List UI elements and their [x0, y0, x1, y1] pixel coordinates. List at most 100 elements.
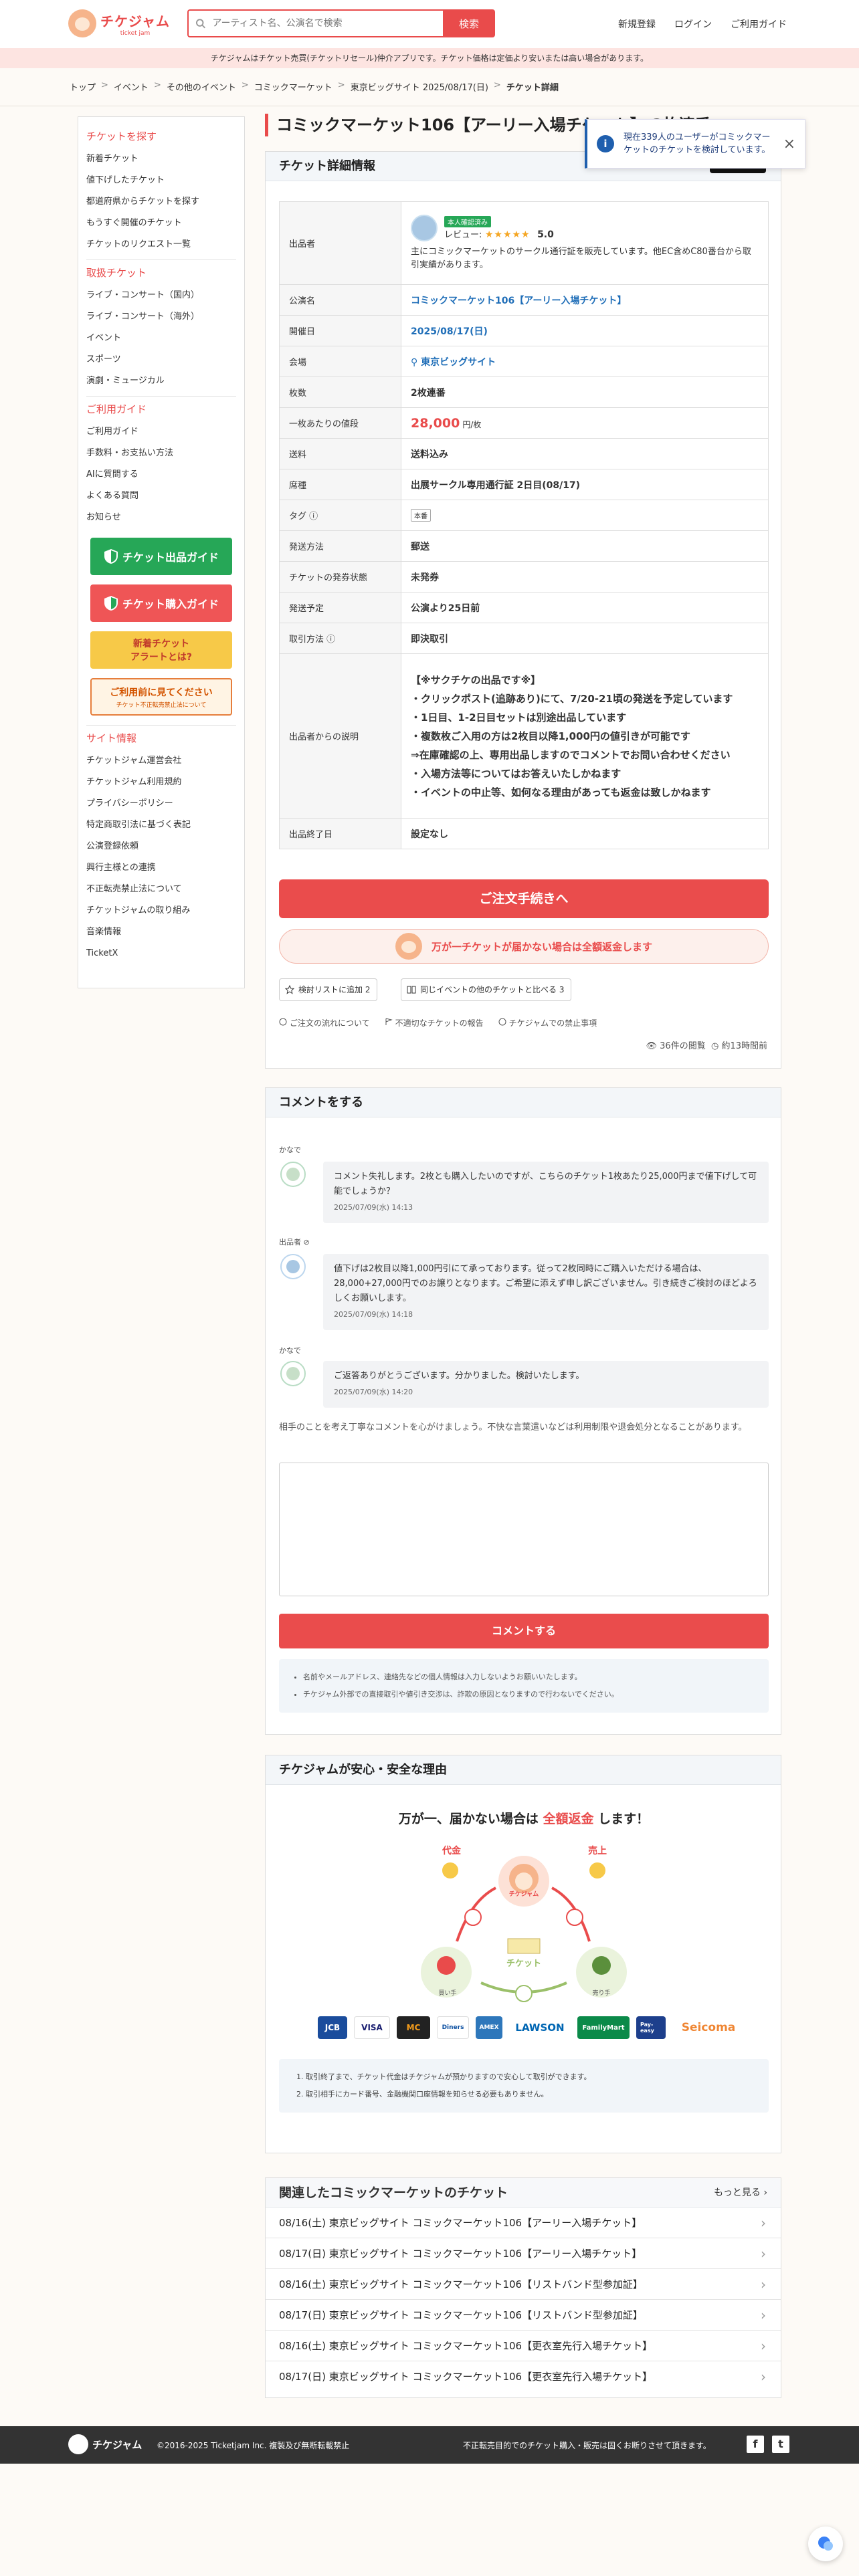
- refund-guarantee-banner[interactable]: 万が一チケットが届かない場合は全額返金します: [279, 929, 769, 964]
- sidebar-item-live-domestic[interactable]: ライブ・コンサート（国内）: [86, 285, 236, 306]
- review-label: レビュー:: [444, 229, 482, 240]
- sidebar-item-resale-law[interactable]: 不正転売禁止法について: [86, 879, 236, 900]
- sidebar-item-faq[interactable]: よくある質問: [86, 486, 236, 507]
- sidebar-item-ticketx[interactable]: TicketX: [86, 943, 236, 964]
- sidebar-divider: [86, 259, 236, 260]
- sidebar-item-sports[interactable]: スポーツ: [86, 349, 236, 370]
- comment-info: 名前やメールアドレス、連絡先などの個人情報は入力しないようお願いいたします。 チ…: [279, 1659, 769, 1713]
- sidebar-item-register-request[interactable]: 公演登録依頼: [86, 836, 236, 857]
- sidebar-item-commerce-law[interactable]: 特定商取引法に基づく表記: [86, 815, 236, 836]
- ship-schedule-label: 発送予定: [279, 592, 401, 623]
- comment-card: コメントをする かなで コメント失礼します。2枚とも購入したいのですが、こちらの…: [265, 1087, 781, 1735]
- chat-button[interactable]: [808, 2527, 843, 2561]
- order-flow-link[interactable]: ご注文の流れについて: [279, 1017, 370, 1029]
- row-seat-type: 席種 出展サークル専用通行証 2日目(08/17): [279, 469, 769, 500]
- seller-avatar[interactable]: [411, 214, 438, 241]
- comment-submit-button[interactable]: コメントする: [279, 1614, 769, 1648]
- verified-icon: ⊘: [303, 1238, 310, 1247]
- buy-guide-label: チケット購入ガイド: [122, 598, 219, 611]
- prohibited-link[interactable]: チケジャムでの禁止事項: [498, 1017, 597, 1029]
- comment-text: コメント失礼します。2枚とも購入したいのですが、こちらのチケット1枚あたり25,…: [334, 1172, 757, 1196]
- ship-method-label: 発送方法: [279, 530, 401, 562]
- social-links: f t: [747, 2436, 789, 2453]
- report-link[interactable]: 不適切なチケットの報告: [385, 1017, 484, 1029]
- breadcrumb-comiket[interactable]: コミックマーケット: [254, 80, 332, 93]
- search-field[interactable]: [187, 9, 443, 37]
- diagram-label-center: チケジャム: [508, 1891, 539, 1898]
- site-footer: チケジャム ©2016-2025 Ticketjam Inc. 複製及び無断転載…: [0, 2426, 859, 2464]
- buy-guide-banner[interactable]: チケット購入ガイド: [90, 584, 232, 622]
- related-row[interactable]: 08/17(日) 東京ビッグサイト コミックマーケット106【リストバンド型参加…: [266, 2300, 781, 2331]
- sidebar-item-theater[interactable]: 演劇・ミュージカル: [86, 370, 236, 392]
- footer-logo-text: チケジャム: [92, 2438, 142, 2451]
- related-row[interactable]: 08/16(土) 東京ビッグサイト コミックマーケット106【リストバンド型参加…: [266, 2269, 781, 2300]
- sidebar-heading-site: サイト情報: [86, 732, 137, 744]
- sidebar-item-music-info[interactable]: 音楽情報: [86, 922, 236, 943]
- breadcrumb-venue[interactable]: 東京ビッグサイト 2025/08/17(日): [351, 80, 488, 93]
- sidebar-item-discount[interactable]: 値下げしたチケット: [86, 170, 236, 191]
- sidebar-item-ai[interactable]: AIに質問する: [86, 464, 236, 486]
- related-row[interactable]: 08/16(土) 東京ビッグサイト コミックマーケット106【更衣室先行入場チケ…: [266, 2331, 781, 2361]
- info-icon[interactable]: ⓘ: [326, 635, 335, 645]
- sidebar-item-soon[interactable]: もうすぐ開催のチケット: [86, 213, 236, 234]
- commenter-name: 出品者 ⊘: [279, 1237, 310, 1247]
- notice-bar: チケジャムはチケット売買(チケットリセール)仲介アプリです。チケット価格は定価よ…: [0, 48, 859, 68]
- close-icon[interactable]: ×: [783, 136, 795, 152]
- safety-card: チケジャムが安心・安全な理由 万が一、届かない場合は 全額返金 します！ 代金 …: [265, 1755, 781, 2153]
- issue-status-value: 未発券: [401, 561, 769, 593]
- chevron-right-icon: ›: [763, 2187, 767, 2198]
- alert-banner[interactable]: 新着チケット アラートとは?: [90, 631, 232, 669]
- compare-button[interactable]: 同じイベントの他のチケットと比べる 3: [401, 978, 572, 1001]
- lawson-logo: LAWSON: [509, 2016, 571, 2039]
- related-row[interactable]: 08/16(土) 東京ビッグサイト コミックマーケット106【アーリー入場チケッ…: [266, 2208, 781, 2238]
- sell-guide-banner[interactable]: チケット出品ガイド: [90, 538, 232, 575]
- diagram-label-payment: 代金: [442, 1846, 461, 1856]
- clock-icon: ◷: [710, 1041, 719, 1051]
- familymart-logo: FamilyMart: [577, 2016, 630, 2039]
- sidebar-item-terms[interactable]: チケットジャム利用規約: [86, 772, 236, 793]
- sidebar-item-news[interactable]: お知らせ: [86, 507, 236, 528]
- footer-logo[interactable]: チケジャム: [68, 2434, 142, 2454]
- row-quantity: 枚数 2枚連番: [279, 377, 769, 408]
- sidebar-item-event[interactable]: イベント: [86, 328, 236, 349]
- safety-steps: 取引終了まで、チケット代金はチケジャムが預かりますので安心して取引ができます。 …: [279, 2059, 769, 2113]
- venue-link[interactable]: 東京ビッグサイト: [421, 357, 496, 368]
- comment-textarea[interactable]: [279, 1463, 769, 1596]
- order-button[interactable]: ご注文手続きへ: [279, 879, 769, 918]
- logo-main-text: チケジャム: [100, 13, 170, 29]
- sidebar-item-privacy[interactable]: プライバシーポリシー: [86, 793, 236, 815]
- facebook-icon[interactable]: f: [747, 2436, 764, 2453]
- breadcrumb-other-event[interactable]: その他のイベント: [167, 80, 236, 93]
- sidebar-item-prefecture[interactable]: 都道府県からチケットを探す: [86, 191, 236, 213]
- sidebar-item-live-overseas[interactable]: ライブ・コンサート（海外）: [86, 306, 236, 328]
- event-name-link[interactable]: コミックマーケット106【アーリー入場チケット】: [411, 296, 626, 306]
- info-icon[interactable]: ⓘ: [309, 512, 318, 522]
- row-ship-method: 発送方法 郵送: [279, 530, 769, 562]
- event-name-label: 公演名: [279, 284, 401, 316]
- watchlist-button[interactable]: 検討リストに追加 2: [279, 978, 378, 1001]
- signup-link[interactable]: 新規登録: [618, 17, 656, 31]
- row-venue: 会場 ⚲ 東京ビッグサイト: [279, 346, 769, 377]
- breadcrumb-event[interactable]: イベント: [114, 80, 149, 93]
- date-link[interactable]: 2025/08/17(日): [411, 326, 488, 337]
- twitter-icon[interactable]: t: [772, 2436, 789, 2453]
- sidebar-item-fees[interactable]: 手数料・お支払い方法: [86, 443, 236, 464]
- site-logo[interactable]: チケジャム ticket jam: [68, 9, 170, 37]
- sidebar-heading-find: チケットを探す: [86, 130, 157, 142]
- see-more-link[interactable]: もっと見る ›: [714, 2178, 767, 2208]
- related-row[interactable]: 08/17(日) 東京ビッグサイト コミックマーケット106【アーリー入場チケッ…: [266, 2238, 781, 2269]
- sidebar-item-request[interactable]: チケットのリクエスト一覧: [86, 234, 236, 255]
- sidebar-item-organizer[interactable]: 興行主様との連携: [86, 857, 236, 879]
- sidebar-item-company[interactable]: チケットジャム運営会社: [86, 750, 236, 772]
- sidebar-item-new[interactable]: 新着チケット: [86, 148, 236, 170]
- safety-step: 取引相手にカード番号、金融機関口座情報を知らせる必要もありません。: [306, 2086, 755, 2103]
- caution-banner[interactable]: ご利用前に見てください チケット不正転売禁止法について: [90, 678, 232, 716]
- login-link[interactable]: ログイン: [674, 17, 712, 31]
- search-input[interactable]: [205, 18, 443, 29]
- related-row[interactable]: 08/17(日) 東京ビッグサイト コミックマーケット106【更衣室先行入場チケ…: [266, 2361, 781, 2392]
- guide-link[interactable]: ご利用ガイド: [731, 17, 787, 31]
- breadcrumb-top[interactable]: トップ: [70, 80, 96, 93]
- sidebar-item-efforts[interactable]: チケットジャムの取り組み: [86, 900, 236, 922]
- sidebar-item-guide[interactable]: ご利用ガイド: [86, 421, 236, 443]
- search-button[interactable]: 検索: [443, 9, 495, 37]
